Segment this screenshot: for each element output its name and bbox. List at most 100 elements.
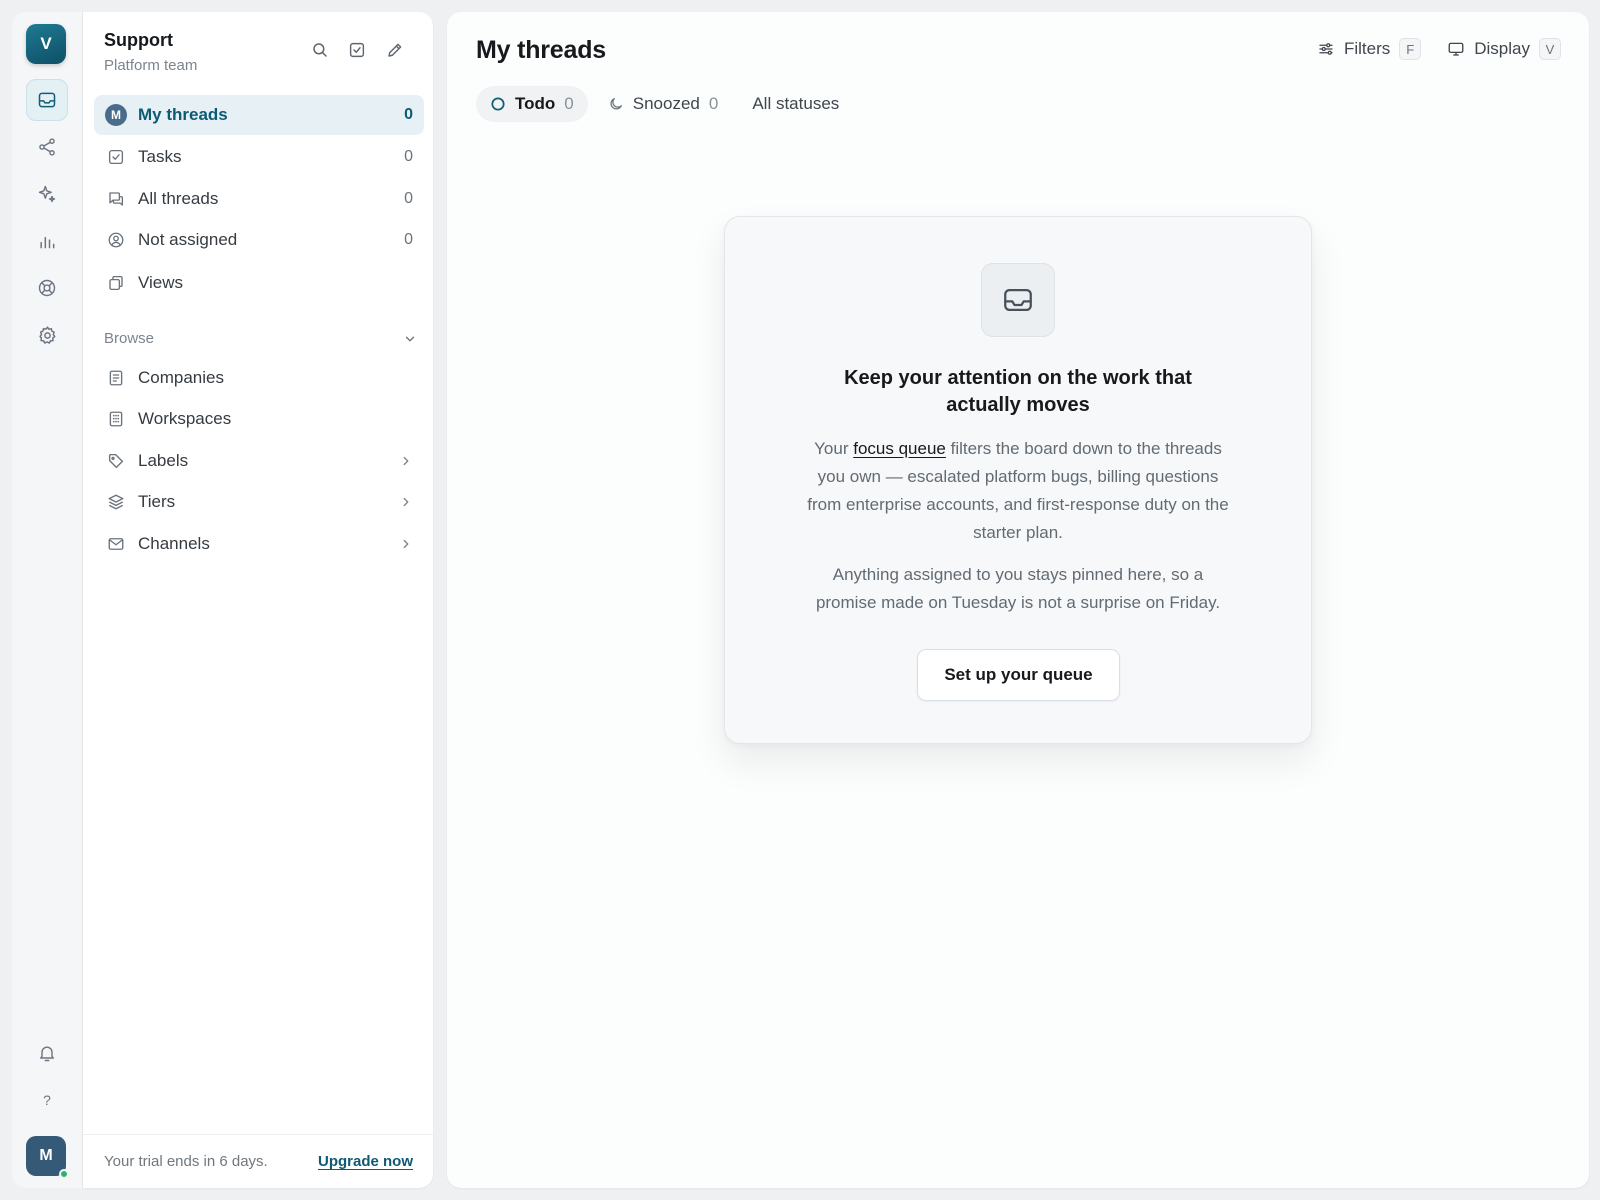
nav-item-label: Channels xyxy=(138,534,210,553)
nav-item-label: Views xyxy=(138,273,184,292)
sidebar-title: Support xyxy=(104,30,173,50)
nav-item-not-assigned[interactable]: Not assigned 0 xyxy=(94,220,424,260)
question-icon: ? xyxy=(43,1092,51,1108)
tab-snoozed[interactable]: Snoozed 0 xyxy=(594,86,733,122)
user-circle-icon xyxy=(105,229,127,251)
browse-item-channels[interactable]: Channels xyxy=(94,524,424,564)
tag-icon xyxy=(105,450,127,472)
moon-icon xyxy=(608,96,624,112)
layers-icon xyxy=(105,491,127,513)
heading-line: actually moves xyxy=(946,394,1090,416)
sliders-icon xyxy=(1317,40,1335,58)
nav-item-tasks[interactable]: Tasks 0 xyxy=(94,137,424,177)
gear-icon xyxy=(37,325,58,346)
nav-item-views[interactable]: Views xyxy=(94,263,424,303)
nav-item-label: All threads xyxy=(138,189,219,208)
focus-queue-link[interactable]: focus queue xyxy=(853,439,946,458)
chevron-right-icon xyxy=(399,537,413,551)
nav-item-label: Labels xyxy=(138,451,189,470)
mail-icon xyxy=(105,533,127,555)
chevron-down-icon xyxy=(403,332,417,346)
browse-item-workspaces[interactable]: Workspaces xyxy=(94,399,424,439)
circle-icon xyxy=(490,96,506,112)
rail-share-button[interactable] xyxy=(26,126,68,168)
empty-state-description: Your focus queue filters the board down … xyxy=(781,435,1255,547)
browse-item-companies[interactable]: Companies xyxy=(94,358,424,398)
nav-item-count: 0 xyxy=(404,190,413,207)
workspace-initial: V xyxy=(40,34,52,53)
nav-item-label: Tiers xyxy=(138,492,176,511)
rail-analytics-button[interactable] xyxy=(26,220,68,262)
sidebar-search-button[interactable] xyxy=(306,36,334,64)
presence-indicator xyxy=(59,1169,69,1179)
description-text: from enterprise accounts, and first-resp… xyxy=(807,495,1229,514)
inbox-icon xyxy=(37,90,57,110)
note-text: Anything assigned to you stays pinned he… xyxy=(832,565,1204,584)
icon-rail: V ? M xyxy=(12,12,83,1188)
nav-item-all-threads[interactable]: All threads 0 xyxy=(94,179,424,219)
tab-label: All statuses xyxy=(752,94,840,113)
rail-help-button[interactable]: ? xyxy=(26,1079,68,1121)
sidebar-compose-button[interactable] xyxy=(381,36,409,64)
tab-count: 0 xyxy=(564,94,574,113)
sidebar: Support Platform team M My threads 0 Tas… xyxy=(83,12,433,1188)
trial-text: Your trial ends in 6 days. xyxy=(104,1153,268,1170)
tab-count: 0 xyxy=(708,94,719,113)
sidebar-subtitle: Platform team xyxy=(104,57,198,74)
user-initial: M xyxy=(39,1147,53,1164)
browse-item-tiers[interactable]: Tiers xyxy=(94,482,424,522)
main-panel: My threads Filters F Display V Todo 0 Sn… xyxy=(447,12,1589,1188)
set-up-queue-button[interactable]: Set up your queue xyxy=(917,649,1120,701)
browse-heading: Browse xyxy=(104,330,155,347)
nav-item-label: Not assigned xyxy=(138,230,238,249)
rail-ai-button[interactable] xyxy=(26,173,68,215)
empty-state-note: Anything assigned to you stays pinned he… xyxy=(781,561,1255,617)
monitor-icon xyxy=(1447,40,1465,58)
filters-button[interactable]: Filters F xyxy=(1317,38,1422,60)
lifebuoy-icon xyxy=(37,278,57,298)
copy-icon xyxy=(105,272,127,294)
nav-item-label: Tasks xyxy=(138,147,182,166)
rail-help-center-button[interactable] xyxy=(26,267,68,309)
share-icon xyxy=(37,137,57,157)
nav-item-label: Companies xyxy=(138,368,224,387)
rail-notifications-button[interactable] xyxy=(26,1032,68,1074)
rail-settings-button[interactable] xyxy=(26,314,68,356)
rail-inbox-button[interactable] xyxy=(26,79,68,121)
tab-label: Todo xyxy=(515,94,556,113)
description-text: starter plan. xyxy=(973,523,1063,542)
workspace-avatar[interactable]: V xyxy=(26,24,66,64)
filters-shortcut: F xyxy=(1399,38,1422,60)
nav-item-my-threads[interactable]: M My threads 0 xyxy=(94,95,424,135)
search-icon xyxy=(311,41,329,59)
sparkle-icon xyxy=(37,184,57,204)
upgrade-link[interactable]: Upgrade now xyxy=(318,1153,413,1170)
building-icon xyxy=(105,408,127,430)
sidebar-tasks-button[interactable] xyxy=(343,36,371,64)
empty-state-heading: Keep your attention on the work that act… xyxy=(725,365,1311,419)
pencil-icon xyxy=(386,41,404,59)
trial-banner: Your trial ends in 6 days. Upgrade now xyxy=(83,1134,433,1188)
nav-item-label: Workspaces xyxy=(138,409,232,428)
tab-all-statuses[interactable]: All statuses xyxy=(738,86,853,122)
user-avatar[interactable]: M xyxy=(26,1136,69,1179)
header-actions: Filters F Display V xyxy=(1317,38,1561,60)
empty-state-card: Keep your attention on the work that act… xyxy=(724,216,1312,744)
check-square-icon xyxy=(105,146,127,168)
status-tabs: Todo 0 Snoozed 0 All statuses xyxy=(476,86,853,122)
document-icon xyxy=(105,367,127,389)
browse-section-toggle[interactable]: Browse xyxy=(104,330,417,347)
description-text: Your xyxy=(814,439,854,458)
filters-label: Filters xyxy=(1343,39,1391,58)
nav-item-count: 0 xyxy=(404,231,413,248)
display-button[interactable]: Display V xyxy=(1447,38,1561,60)
bar-chart-icon xyxy=(37,231,57,251)
avatar: M xyxy=(105,104,127,126)
description-text: filters the board down to the threads xyxy=(945,439,1222,458)
note-text: promise made on Tuesday is not a surpris… xyxy=(815,593,1221,612)
browse-item-labels[interactable]: Labels xyxy=(94,441,424,481)
tab-todo[interactable]: Todo 0 xyxy=(476,86,588,122)
chevron-right-icon xyxy=(399,495,413,509)
heading-line: Keep your attention on the work that xyxy=(844,367,1192,389)
tab-label: Snoozed xyxy=(632,94,700,113)
